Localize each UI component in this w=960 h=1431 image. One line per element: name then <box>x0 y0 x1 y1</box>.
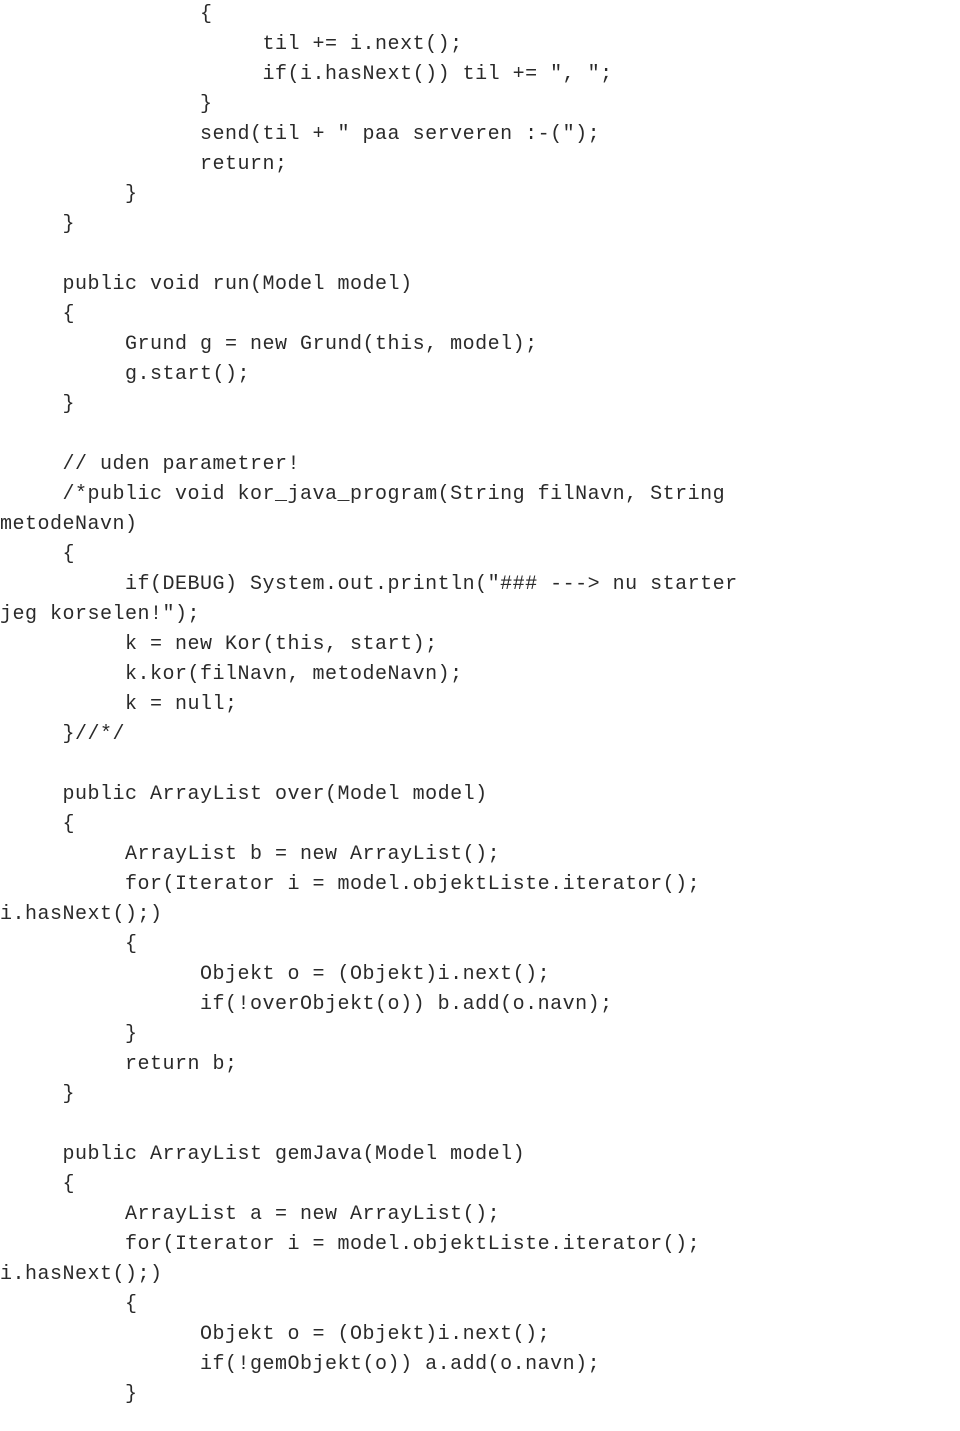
code-block: { til += i.next(); if(i.hasNext()) til +… <box>0 0 960 1410</box>
